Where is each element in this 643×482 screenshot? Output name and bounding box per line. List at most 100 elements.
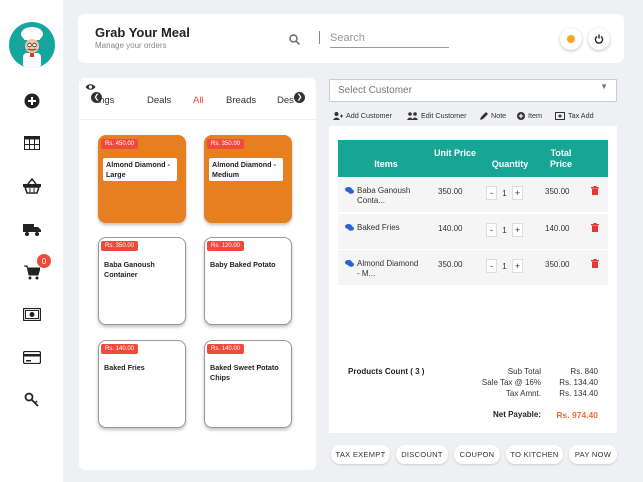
delivery-truck-icon[interactable]	[20, 217, 44, 241]
tab-all[interactable]: All	[193, 95, 204, 106]
tabs-prev-button[interactable]: ❮	[91, 92, 102, 103]
app-subtitle: Manage your orders	[95, 41, 167, 50]
coupon-button[interactable]: COUPON	[454, 445, 500, 464]
price-badge: Rs. 450.00	[101, 139, 139, 149]
sub-total-value: Rs. 840	[570, 367, 598, 376]
increase-qty-button[interactable]: +	[512, 223, 523, 237]
comments-icon[interactable]	[345, 224, 354, 231]
price-badge: Rs. 350.00	[207, 139, 245, 149]
discount-button[interactable]: DISCOUNT	[396, 445, 448, 464]
power-icon	[594, 34, 604, 44]
item-button[interactable]: Item	[517, 111, 542, 120]
product-card[interactable]: Rs. 140.00 Baked Fries	[98, 340, 186, 428]
customer-select[interactable]: Select Customer ▼	[329, 79, 617, 102]
search-input[interactable]	[330, 28, 449, 48]
caret-down-icon: ▼	[600, 82, 608, 91]
qty-value: 1	[502, 225, 507, 235]
trash-icon[interactable]	[591, 223, 599, 232]
edit-customer-button[interactable]: Edit Customer	[407, 111, 467, 120]
money-icon	[555, 111, 565, 120]
note-button[interactable]: Note	[480, 111, 506, 120]
quantity-stepper: - 1 +	[486, 259, 523, 273]
product-card[interactable]: Rs. 350.00 Almond Diamond - Medium	[204, 135, 292, 223]
add-user-icon	[333, 111, 343, 120]
to-kitchen-button[interactable]: TO KITCHEN	[506, 445, 563, 464]
order-row: Baba Ganoush Conta... 350.00 - 1 + 350.0…	[338, 177, 608, 212]
order-row: Baked Fries 140.00 - 1 + 140.00	[338, 214, 608, 249]
tab-breads[interactable]: Breads	[226, 95, 256, 106]
product-name: Baked Fries	[104, 363, 145, 372]
cash-icon[interactable]	[20, 302, 44, 326]
header-unit-price: Unit Price	[434, 148, 477, 158]
tab-deals[interactable]: Deals	[147, 95, 171, 106]
tax-add-button[interactable]: Tax Add	[555, 111, 594, 120]
add-icon[interactable]	[20, 89, 44, 113]
decrease-qty-button[interactable]: -	[486, 223, 497, 237]
power-button[interactable]	[588, 28, 610, 50]
tax-amount-value: Rs. 134.40	[559, 389, 598, 398]
quantity-stepper: - 1 +	[486, 223, 523, 237]
key-icon[interactable]	[20, 388, 44, 412]
price-badge: Rs. 140.00	[101, 344, 139, 354]
add-customer-button[interactable]: Add Customer	[333, 111, 392, 120]
tax-amount-label: Tax Amnt.	[505, 389, 541, 398]
tabs-next-button[interactable]: ❯	[294, 92, 305, 103]
comments-icon[interactable]	[345, 187, 354, 194]
increase-qty-button[interactable]: +	[512, 259, 523, 273]
order-item-total: 350.00	[545, 187, 570, 196]
qty-value: 1	[502, 261, 507, 271]
tabs-divider	[79, 119, 316, 120]
order-item-name: Almond Diamond - M...	[357, 259, 419, 278]
edit-customer-label: Edit Customer	[421, 111, 467, 120]
header-items: Items	[374, 159, 398, 169]
basket-icon[interactable]	[20, 174, 44, 198]
order-item-unit-price: 350.00	[438, 187, 463, 196]
product-name: Baby Baked Potato	[210, 260, 276, 269]
chef-logo	[9, 22, 55, 68]
category-tabs: ings Deals All Breads Des	[89, 92, 307, 108]
tax-exempt-button[interactable]: TAX EXEMPT	[331, 445, 390, 464]
net-payable-label: Net Payable:	[492, 410, 541, 419]
product-name: Almond Diamond - Large	[103, 158, 177, 181]
pay-now-button[interactable]: PAY NOW	[569, 445, 617, 464]
order-item-total: 350.00	[545, 260, 570, 269]
cart-count-badge: 0	[37, 254, 51, 268]
price-badge: Rs. 350.00	[101, 241, 139, 251]
card-icon[interactable]	[20, 345, 44, 369]
status-dot-icon	[567, 35, 575, 43]
product-card[interactable]: Rs. 140.00 Baked Sweet Potato Chips	[204, 340, 292, 428]
top-header: Grab Your Meal Manage your orders	[78, 14, 624, 63]
price-badge: Rs. 120.00	[207, 241, 245, 251]
order-item-name: Baked Fries	[357, 223, 400, 232]
note-label: Note	[491, 111, 507, 120]
product-name: Almond Diamond - Medium	[209, 158, 283, 181]
order-panel: Items Unit Price Quantity Total Price Ba…	[329, 126, 617, 433]
table-grid-icon[interactable]	[20, 131, 44, 155]
status-toggle-button[interactable]	[560, 28, 582, 50]
product-card[interactable]: Rs. 350.00 Baba Ganoush Container	[98, 237, 186, 325]
app-title: Grab Your Meal	[95, 25, 190, 40]
header-quantity: Quantity	[491, 159, 529, 169]
users-icon	[407, 111, 418, 120]
order-row: Almond Diamond - M... 350.00 - 1 + 350.0…	[338, 250, 608, 285]
decrease-qty-button[interactable]: -	[486, 186, 497, 200]
trash-icon[interactable]	[591, 259, 599, 268]
sidebar: 0	[0, 0, 63, 482]
trash-icon[interactable]	[591, 186, 599, 195]
item-label: Item	[528, 111, 542, 120]
tab-desserts[interactable]: Des	[277, 95, 294, 106]
product-card[interactable]: Rs. 450.00 Almond Diamond - Large	[98, 135, 186, 223]
decrease-qty-button[interactable]: -	[486, 259, 497, 273]
increase-qty-button[interactable]: +	[512, 186, 523, 200]
tax-add-label: Tax Add	[568, 111, 594, 120]
search-divider	[319, 31, 320, 44]
customer-select-placeholder: Select Customer	[338, 85, 412, 96]
products-panel: ❮ ❯ ings Deals All Breads Des Rs. 450.00…	[79, 78, 316, 470]
sale-tax-label: Sale Tax @ 16%	[481, 378, 541, 387]
comments-icon[interactable]	[345, 260, 354, 267]
header-total-price: Total Price	[549, 148, 573, 169]
product-name: Baked Sweet Potato Chips	[210, 363, 279, 382]
search-icon[interactable]	[289, 32, 300, 50]
pencil-icon	[480, 111, 488, 120]
product-card[interactable]: Rs. 120.00 Baby Baked Potato	[204, 237, 292, 325]
